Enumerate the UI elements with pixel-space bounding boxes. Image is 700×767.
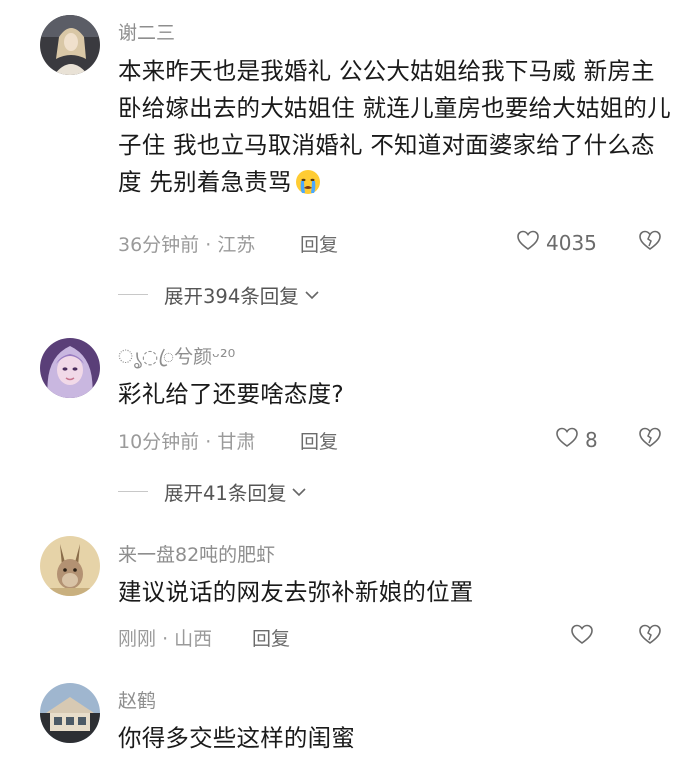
heart-outline-icon	[555, 426, 579, 453]
avatar-image	[40, 536, 100, 596]
like-count: 8	[585, 427, 598, 452]
comment-text-body: 建议说话的网友去弥补新娘的位置	[118, 578, 474, 606]
comment-username[interactable]: 来一盘82吨的肥虾	[118, 540, 275, 567]
comment-location: 江苏	[217, 234, 256, 256]
comment-text-body: 本来昨天也是我婚礼 公公大姑姐给我下马威 新房主卧给嫁出去的大姑姐住 就连儿童房…	[118, 57, 671, 196]
broken-heart-icon	[638, 230, 662, 255]
reply-button[interactable]: 回复	[252, 624, 290, 651]
meta-separator: ·	[205, 234, 212, 256]
expand-replies-button[interactable]: 展开41条回复	[118, 477, 308, 506]
comment-meta: 10分钟前 · 甘肃	[118, 427, 255, 454]
comment-meta: 36分钟前 · 江苏	[118, 230, 255, 257]
expand-replies-button[interactable]: 展开394条回复	[118, 280, 321, 309]
like-button[interactable]	[570, 623, 600, 650]
heart-outline-icon	[516, 229, 540, 256]
dislike-button[interactable]	[638, 229, 662, 255]
meta-separator: ·	[205, 431, 212, 453]
comment-username[interactable]: 谢二三	[118, 18, 175, 45]
comment-text-body: 你得多交些这样的闺蜜	[118, 724, 355, 752]
avatar[interactable]	[40, 338, 100, 398]
like-button[interactable]: 4035	[516, 229, 597, 256]
comment-time: 10分钟前	[118, 431, 200, 453]
avatar[interactable]	[40, 536, 100, 596]
comment-time: 36分钟前	[118, 234, 200, 256]
avatar-image	[40, 15, 100, 75]
avatar[interactable]	[40, 683, 100, 743]
comment-text: 本来昨天也是我婚礼 公公大姑姐给我下马威 新房主卧给嫁出去的大姑姐住 就连儿童房…	[118, 53, 678, 206]
dislike-button[interactable]	[638, 623, 662, 649]
expand-replies-label: 展开394条回复	[164, 285, 299, 308]
reply-button[interactable]: 回复	[300, 230, 338, 257]
broken-heart-icon	[638, 624, 662, 649]
comment-location: 山西	[174, 628, 213, 650]
chevron-down-icon	[303, 288, 321, 302]
broken-heart-icon	[638, 427, 662, 452]
chevron-down-icon	[290, 485, 308, 499]
comment-username[interactable]: 赵鹤	[118, 686, 156, 713]
avatar-image	[40, 338, 100, 398]
divider-dash	[118, 294, 148, 295]
divider-dash	[118, 491, 148, 492]
like-count: 4035	[546, 230, 597, 255]
comment-meta: 刚刚 · 山西	[118, 624, 212, 651]
avatar[interactable]	[40, 15, 100, 75]
heart-outline-icon	[570, 623, 594, 650]
dislike-button[interactable]	[638, 426, 662, 452]
comment-location: 甘肃	[217, 431, 256, 453]
avatar-image	[40, 683, 100, 743]
crying-face-emoji-icon	[295, 169, 321, 206]
comment-time: 刚刚	[118, 628, 157, 650]
expand-replies-label: 展开41条回复	[164, 482, 287, 505]
comment-text: 你得多交些这样的闺蜜	[118, 720, 678, 757]
reply-button[interactable]: 回复	[300, 427, 338, 454]
comment-text: 建议说话的网友去弥补新娘的位置	[118, 574, 678, 611]
meta-separator: ·	[162, 628, 169, 650]
like-button[interactable]: 8	[555, 426, 598, 453]
comment-text-body: 彩礼给了还要啥态度?	[118, 380, 344, 408]
comment-text: 彩礼给了还要啥态度?	[118, 376, 678, 413]
